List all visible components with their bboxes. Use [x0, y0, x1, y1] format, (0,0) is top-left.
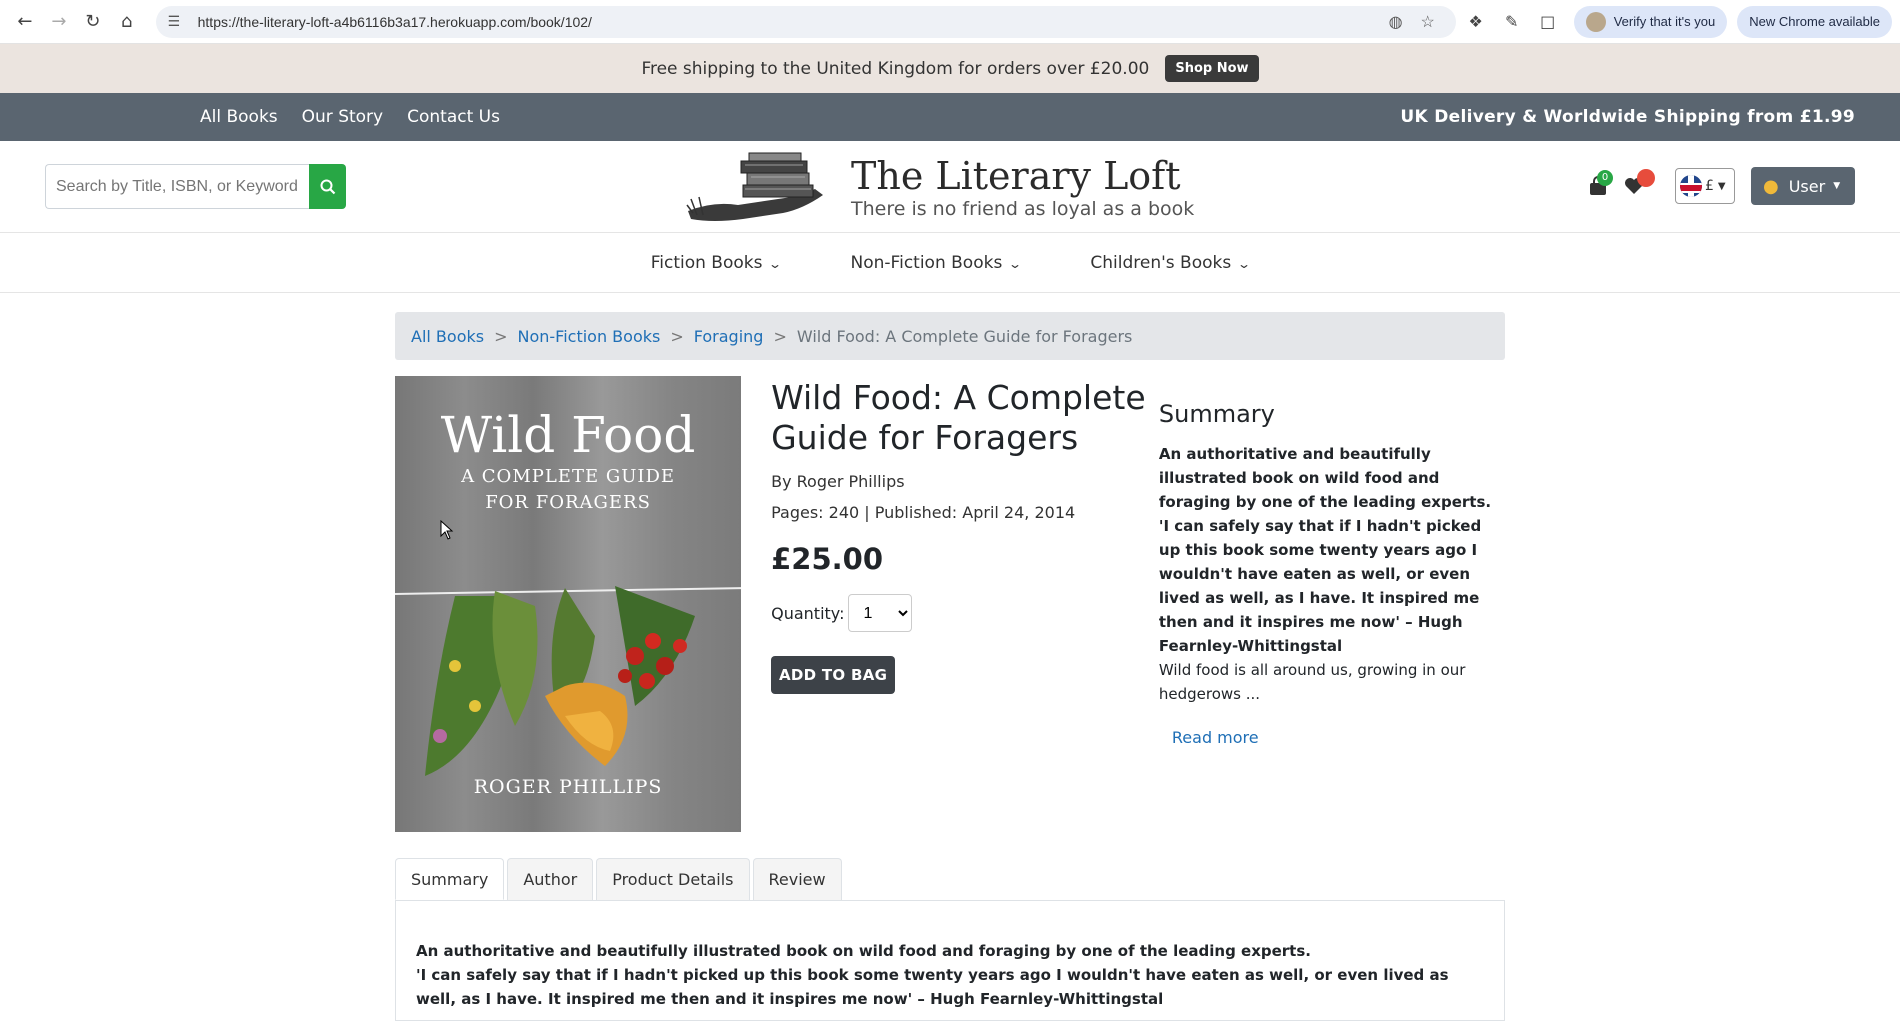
- uk-flag-icon: [1680, 175, 1702, 197]
- chrome-update-button[interactable]: New Chrome available: [1737, 5, 1892, 38]
- breadcrumb-separator: >: [494, 326, 508, 346]
- verify-label: Verify that it's you: [1613, 14, 1716, 29]
- tab-summary[interactable]: Summary: [395, 858, 505, 900]
- browser-toolbar: ← → ↻ ⌂ ☰ https://the-literary-loft-a4b6…: [0, 0, 1900, 44]
- nav-contact-us[interactable]: Contact Us: [407, 107, 500, 127]
- breadcrumb-foraging[interactable]: Foraging: [694, 327, 764, 346]
- user-label: User: [1788, 176, 1826, 196]
- shipping-info: UK Delivery & Worldwide Shipping from £1…: [1400, 107, 1855, 127]
- category-nav: Fiction Books ⌄ Non-Fiction Books ⌄ Childr…: [0, 233, 1900, 293]
- tab-content-lead: An authoritative and beautifully illustr…: [416, 942, 1311, 960]
- reload-icon[interactable]: ↻: [76, 4, 110, 40]
- category-label: Children's Books: [1090, 252, 1232, 273]
- chevron-down-icon: ⌄: [1008, 256, 1023, 271]
- wishlist-badge: [1637, 169, 1655, 187]
- product-tabs: Summary Author Product Details Review: [395, 858, 1505, 901]
- search-input[interactable]: [45, 164, 309, 209]
- tab-review[interactable]: Review: [752, 858, 842, 900]
- summary-quote: 'I can safely say that if I hadn't picke…: [1158, 517, 1482, 655]
- site-header: The Literary Loft There is no friend as …: [0, 141, 1900, 233]
- search-icon: [320, 179, 335, 194]
- book-cover-image[interactable]: Wild Food A COMPLETE GUIDE FOR FORAGERS …: [395, 376, 742, 832]
- update-label: New Chrome available: [1749, 14, 1880, 29]
- user-icon: ●: [1763, 175, 1779, 197]
- pen-icon[interactable]: ✎: [1496, 5, 1528, 39]
- cover-subtitle-line: FOR FORAGERS: [485, 492, 651, 513]
- quantity-row: Quantity: 1: [771, 594, 1147, 632]
- forward-icon[interactable]: →: [42, 4, 76, 40]
- promo-text: Free shipping to the United Kingdom for …: [641, 58, 1150, 79]
- home-icon[interactable]: ⌂: [110, 4, 144, 40]
- cover-subtitle: A COMPLETE GUIDE FOR FORAGERS: [395, 464, 741, 516]
- product-title: Wild Food: A Complete Guide for Foragers: [771, 378, 1146, 457]
- promo-bar: Free shipping to the United Kingdom for …: [0, 44, 1900, 93]
- product-price: £25.00: [771, 542, 884, 576]
- tab-author[interactable]: Author: [507, 858, 594, 900]
- category-childrens[interactable]: Children's Books ⌄: [1090, 252, 1252, 273]
- cover-subtitle-line: A COMPLETE GUIDE: [461, 466, 676, 487]
- user-menu-button[interactable]: ● User ▼: [1751, 167, 1855, 205]
- currency-symbol: £: [1705, 178, 1714, 194]
- logo-hand-books-icon: [686, 152, 823, 221]
- mouse-cursor-icon: [440, 520, 454, 540]
- product-page: All Books > Non-Fiction Books > Foraging…: [395, 312, 1505, 1021]
- tab-product-details[interactable]: Product Details: [596, 858, 750, 900]
- site-title: The Literary Loft: [851, 154, 1181, 198]
- currency-select[interactable]: £ ▼: [1675, 168, 1735, 204]
- quantity-label: Quantity:: [771, 603, 845, 623]
- summary-excerpt: Wild food is all around us, growing in o…: [1158, 661, 1466, 703]
- breadcrumb-all-books[interactable]: All Books: [411, 327, 484, 346]
- site-logo[interactable]: The Literary Loft There is no friend as …: [683, 149, 1194, 225]
- site-tagline: There is no friend as loyal as a book: [851, 198, 1195, 220]
- product-info: Wild Food: A Complete Guide for Foragers…: [771, 376, 1147, 832]
- quantity-select[interactable]: 1: [848, 594, 913, 632]
- search-button[interactable]: [309, 164, 346, 209]
- bag-count-badge: 0: [1597, 170, 1613, 186]
- top-nav: All Books Our Story Contact Us UK Delive…: [0, 93, 1900, 141]
- extensions-icon[interactable]: □: [1532, 5, 1564, 39]
- category-label: Non-Fiction Books: [850, 252, 1003, 273]
- product-meta: Pages: 240 | Published: April 24, 2014: [771, 503, 1076, 522]
- chevron-down-icon: ⌄: [768, 256, 783, 271]
- chevron-down-icon: ▼: [1717, 180, 1726, 192]
- tab-content-quote: 'I can safely say that if I hadn't picke…: [416, 966, 1449, 1008]
- cover-author: ROGER PHILLIPS: [473, 776, 663, 798]
- shop-now-button[interactable]: Shop Now: [1165, 55, 1259, 82]
- product-author: By Roger Phillips: [771, 472, 905, 491]
- product-section: Wild Food A COMPLETE GUIDE FOR FORAGERS …: [395, 376, 1505, 832]
- url-text[interactable]: https://the-literary-loft-a4b6116b3a17.h…: [198, 14, 1380, 30]
- eye-off-icon[interactable]: ◍: [1380, 12, 1412, 32]
- summary-lead: An authoritative and beautifully illustr…: [1158, 445, 1492, 511]
- tab-content: An authoritative and beautifully illustr…: [395, 901, 1505, 1021]
- star-icon[interactable]: ☆: [1412, 12, 1444, 32]
- address-bar[interactable]: ☰ https://the-literary-loft-a4b6116b3a17…: [155, 5, 1456, 38]
- search-form: [45, 164, 346, 209]
- site-info-icon[interactable]: ☰: [168, 13, 190, 30]
- category-fiction[interactable]: Fiction Books ⌄: [650, 252, 783, 273]
- chevron-down-icon: ⌄: [1237, 256, 1252, 271]
- shopping-bag-button[interactable]: 0: [1583, 166, 1613, 206]
- cover-title: Wild Food: [440, 406, 696, 464]
- wishlist-button[interactable]: [1619, 166, 1655, 206]
- caret-down-icon: ▼: [1833, 181, 1841, 191]
- nav-all-books[interactable]: All Books: [200, 107, 278, 127]
- read-more-link[interactable]: Read more: [1172, 728, 1505, 747]
- summary-heading: Summary: [1158, 400, 1275, 428]
- summary-panel: Summary An authoritative and beautifully…: [1159, 376, 1505, 832]
- add-to-bag-button[interactable]: ADD TO BAG: [771, 656, 896, 694]
- nav-our-story[interactable]: Our Story: [302, 107, 383, 127]
- category-label: Fiction Books: [650, 252, 763, 273]
- breadcrumb-current: Wild Food: A Complete Guide for Foragers: [796, 326, 1133, 346]
- bug-icon[interactable]: ❖: [1460, 5, 1492, 39]
- breadcrumb-non-fiction[interactable]: Non-Fiction Books: [517, 327, 660, 346]
- breadcrumb-separator: >: [670, 326, 684, 346]
- category-non-fiction[interactable]: Non-Fiction Books ⌄: [850, 252, 1023, 273]
- breadcrumb: All Books > Non-Fiction Books > Foraging…: [395, 312, 1505, 360]
- verify-identity-button[interactable]: Verify that it's you: [1573, 5, 1728, 38]
- breadcrumb-separator: >: [773, 326, 787, 346]
- back-icon[interactable]: ←: [8, 4, 42, 40]
- header-actions: 0 £ ▼ ● User ▼: [1583, 166, 1855, 206]
- profile-avatar: [1585, 11, 1606, 32]
